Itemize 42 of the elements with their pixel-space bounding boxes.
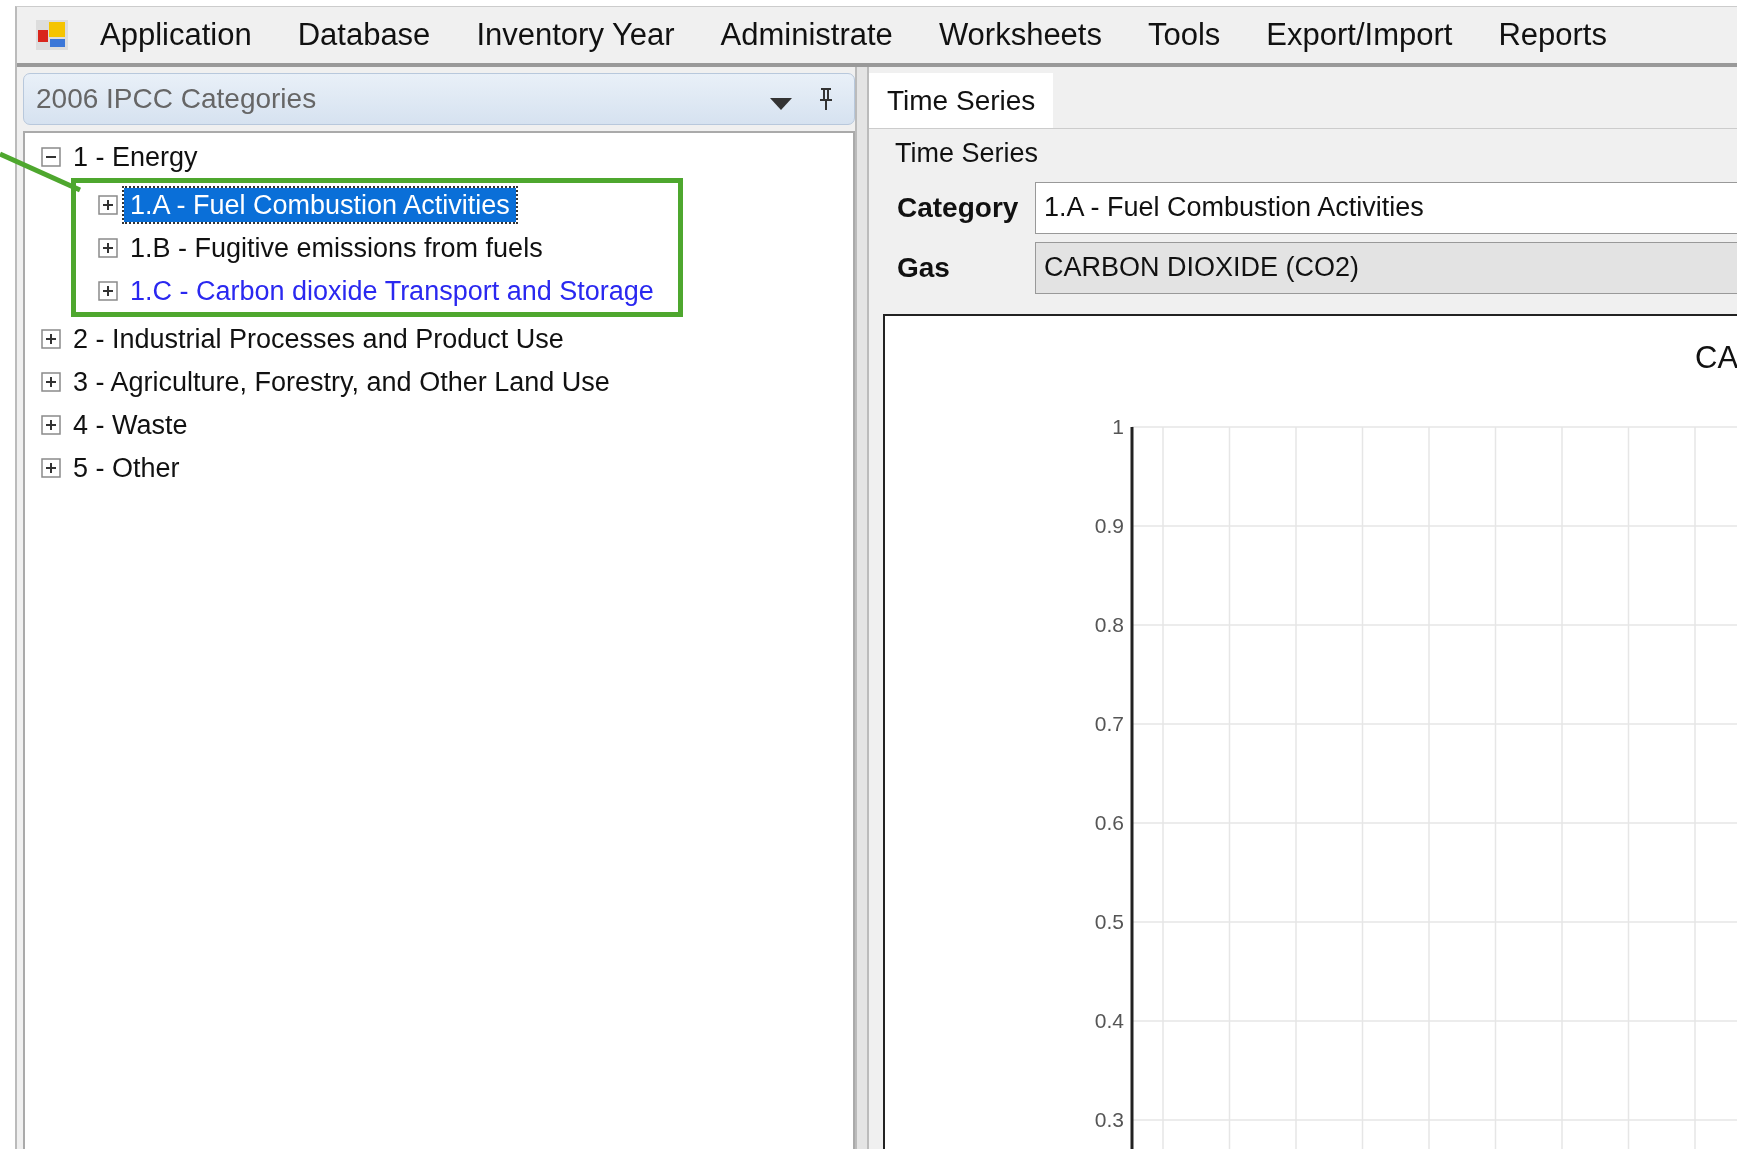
input-field[interactable]: 1.A - Fuel Combustion Activities (1035, 181, 1737, 234)
tick-label: 0.9 (1094, 513, 1124, 537)
expand-icon[interactable] (41, 328, 61, 349)
tree-item[interactable]: 1.C - Carbon dioxide Transport and Storage (124, 273, 660, 308)
tick-label: 1 (1112, 414, 1124, 438)
tick-label: 0.4 (1094, 1008, 1124, 1032)
group-title: Time Series (895, 137, 1040, 170)
tree-item[interactable]: 5 - Other (67, 450, 186, 485)
tree-item[interactable]: 1.B - Fugitive emissions from fuels (124, 230, 549, 265)
tree-item[interactable]: 2 - Industrial Processes and Product Use (67, 321, 570, 356)
field-label: Gas (896, 250, 951, 285)
menu-item[interactable]: Export/Import (1243, 11, 1476, 59)
menu-item[interactable]: Tools (1125, 11, 1244, 59)
expand-icon[interactable] (98, 280, 118, 301)
tree-item[interactable]: 3 - Agriculture, Forestry, and Other Land Use (67, 364, 616, 399)
expand-icon[interactable] (98, 194, 118, 215)
expand-icon[interactable] (41, 371, 61, 392)
pin-icon[interactable] (818, 87, 834, 111)
field-label: Category (896, 190, 1020, 225)
expand-icon[interactable] (41, 414, 61, 435)
tree-item[interactable]: 4 - Waste (67, 407, 194, 442)
tree-item[interactable]: 1.A - Fuel Combustion Activities (124, 187, 516, 222)
menu-item[interactable]: Inventory Year (453, 11, 698, 59)
tab[interactable]: Time Series (869, 73, 1054, 128)
tick-label: 0.5 (1094, 909, 1124, 933)
collapse-icon[interactable] (41, 146, 61, 167)
tick-label: 0.8 (1094, 612, 1124, 636)
menu-item[interactable]: Administrate (697, 11, 916, 59)
menu-item[interactable]: Worksheets (915, 11, 1125, 59)
tree-item[interactable]: 1 - Energy (67, 139, 204, 174)
input-field: CARBON DIOXIDE (CO2) (1035, 241, 1737, 294)
tick-label: 0.6 (1094, 810, 1124, 834)
expand-icon[interactable] (98, 237, 118, 258)
panel-title: 2006 IPCC Categories (36, 82, 318, 116)
expand-icon[interactable] (41, 457, 61, 478)
tick-label: 0.3 (1094, 1107, 1124, 1131)
app-icon[interactable] (35, 19, 69, 51)
tick-label: 0.7 (1094, 711, 1124, 735)
dropdown-icon[interactable] (770, 98, 792, 110)
menu-item[interactable]: Reports (1475, 11, 1630, 59)
menu-item[interactable]: Database (274, 11, 454, 59)
menu-item[interactable]: Application (77, 11, 275, 59)
